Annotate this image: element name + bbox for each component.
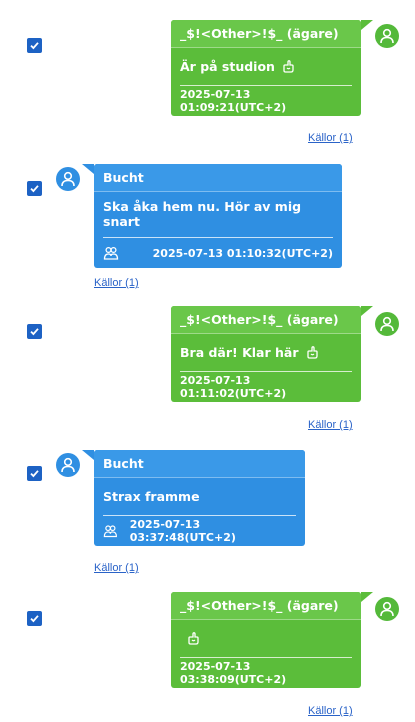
message-text: Ska åka hem nu. Hör av mig snart [103,199,302,229]
message-text: Bra där! Klar här [180,344,299,360]
sender-name: _$!<Other>!$_ (ägare) [171,592,361,620]
message-bubble[interactable]: Bucht Ska åka hem nu. Hör av mig snart 2… [82,164,342,268]
message-body: Ska åka hem nu. Hör av mig snart [94,192,342,229]
sources-link[interactable]: Källor (1) [308,419,353,431]
message-timestamp: 2025-07-13 01:10:32(UTC+2) [152,246,333,260]
person-icon [380,28,394,44]
avatar [56,453,80,477]
sender-name: _$!<Other>!$_ (ägare) [171,306,361,334]
message-body [171,620,361,649]
message-timestamp: 2025-07-13 01:11:02(UTC+2) [180,374,287,400]
bubble-tail [82,450,94,460]
group-icon [103,246,119,260]
message-text: Strax framme [103,488,200,504]
person-icon [380,316,394,332]
sources-link[interactable]: Källor (1) [94,277,139,289]
person-icon [61,457,75,473]
message-timestamp: 2025-07-13 01:09:21(UTC+2) [180,88,287,114]
checkmark-icon [30,328,39,336]
sources-link[interactable]: Källor (1) [94,562,139,574]
message-timestamp: 2025-07-13 03:37:48(UTC+2) [129,518,236,544]
avatar [375,312,399,336]
message-footer: 2025-07-13 03:38:09(UTC+2) [171,658,361,688]
sources-link[interactable]: Källor (1) [308,132,353,144]
message-bubble[interactable]: Bucht Strax framme 2025-07-13 03:37:48(U… [82,450,305,546]
group-icon [103,525,117,538]
avatar [375,24,399,48]
checkmark-icon [30,470,39,478]
message-footer: 2025-07-13 01:11:02(UTC+2) [171,372,361,402]
bubble-tail [82,164,94,174]
select-checkbox[interactable] [27,324,42,339]
sender-name: _$!<Other>!$_ (ägare) [171,20,361,48]
select-checkbox[interactable] [27,466,42,481]
sender-name: Bucht [94,164,342,192]
avatar [375,597,399,621]
hand-icon [283,60,294,73]
hand-icon [306,346,318,359]
message-bubble[interactable]: _$!<Other>!$_ (ägare) Bra där! Klar här … [171,306,373,402]
sources-link[interactable]: Källor (1) [308,705,353,717]
message-body: Bra där! Klar här [171,334,361,363]
select-checkbox[interactable] [27,38,42,53]
message-footer: 2025-07-13 03:37:48(UTC+2) [94,516,305,546]
message-body: Strax framme [94,478,305,507]
bubble-tail [361,306,373,316]
sender-name: Bucht [94,450,305,478]
bubble-tail [361,20,373,30]
avatar [56,167,80,191]
select-checkbox[interactable] [27,181,42,196]
hand-icon [188,632,199,645]
checkmark-icon [30,42,39,50]
checkmark-icon [30,185,39,193]
message-footer: 2025-07-13 01:10:32(UTC+2) [94,238,342,268]
message-footer: 2025-07-13 01:09:21(UTC+2) [171,86,361,116]
person-icon [380,601,394,617]
checkmark-icon [30,615,39,623]
message-body: Är på studion [171,48,361,77]
message-bubble[interactable]: _$!<Other>!$_ (ägare) Är på studion 2025… [171,20,373,116]
message-bubble[interactable]: _$!<Other>!$_ (ägare) 2025-07-13 03:38:0… [171,592,373,688]
person-icon [61,171,75,187]
select-checkbox[interactable] [27,611,42,626]
message-timestamp: 2025-07-13 03:38:09(UTC+2) [180,660,287,686]
message-text: Är på studion [180,58,275,74]
bubble-tail [361,592,373,602]
